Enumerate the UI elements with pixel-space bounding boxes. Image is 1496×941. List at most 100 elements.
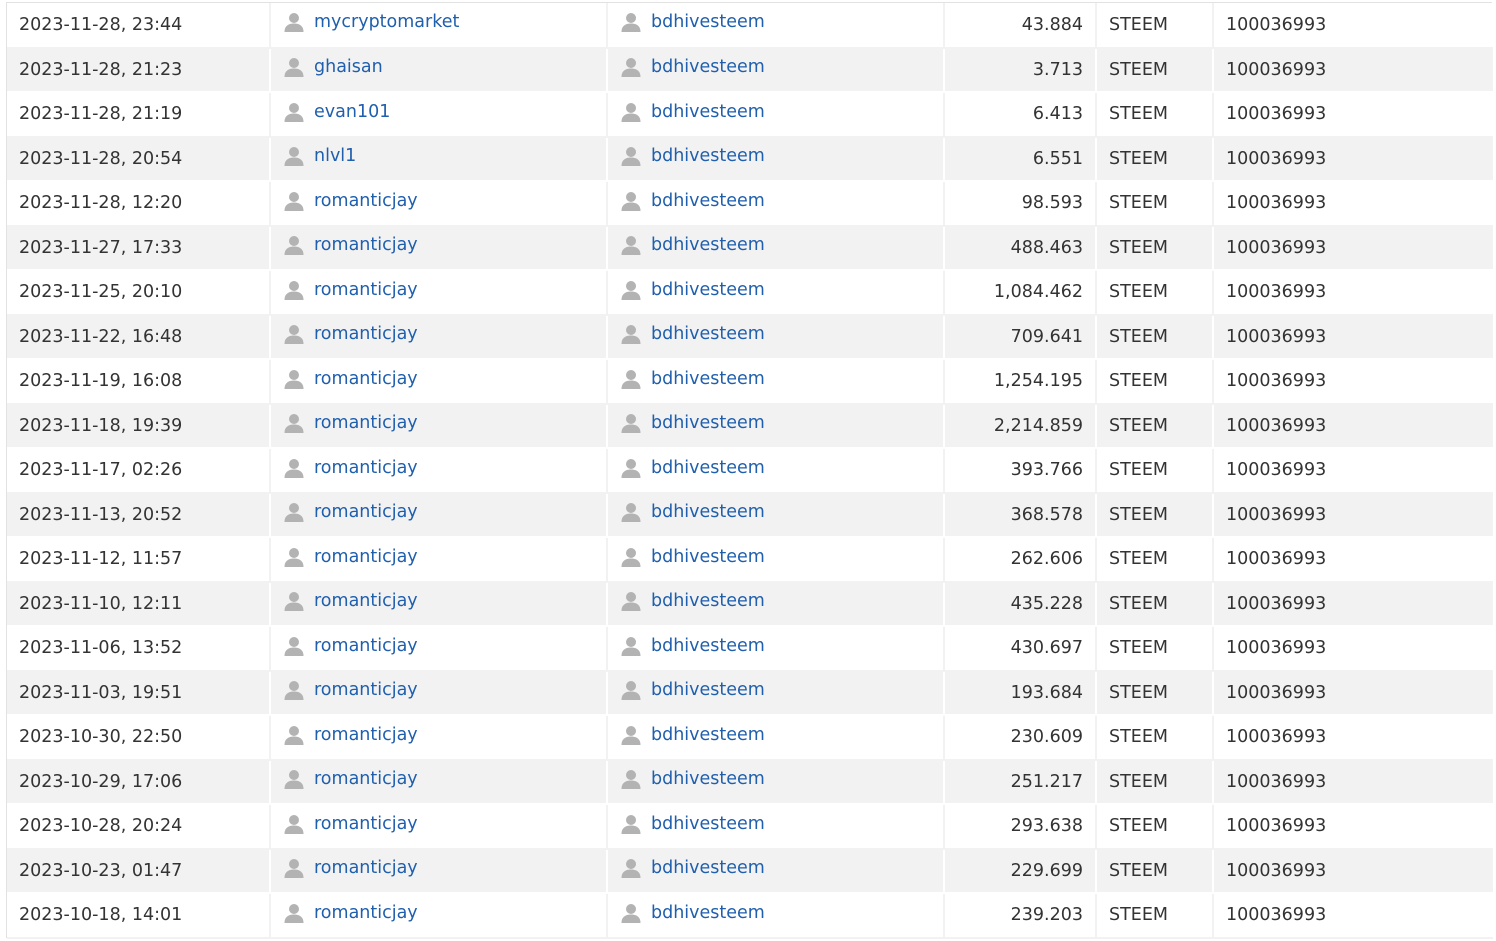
to-account-link[interactable]: bdhivesteem xyxy=(620,857,765,879)
to-account-link[interactable]: bdhivesteem xyxy=(620,368,765,390)
transfer-asset: STEEM xyxy=(1109,371,1169,392)
from-account-link[interactable]: mycryptomarket xyxy=(283,11,459,33)
to-account-name: bdhivesteem xyxy=(651,146,765,167)
to-account-link[interactable]: bdhivesteem xyxy=(620,546,765,568)
to-account-link[interactable]: bdhivesteem xyxy=(620,101,765,123)
to-account-link[interactable]: bdhivesteem xyxy=(620,11,765,33)
transfer-date: 2023-11-19, 16:08 xyxy=(19,371,183,392)
to-cell: bdhivesteem xyxy=(607,314,945,360)
from-cell: nlvl1 xyxy=(270,136,608,182)
memo-cell: 100036993 xyxy=(1213,359,1493,405)
transfer-date: 2023-11-18, 19:39 xyxy=(19,415,183,436)
from-account-link[interactable]: romanticjay xyxy=(283,724,418,746)
from-account-link[interactable]: romanticjay xyxy=(283,902,418,924)
to-account-link[interactable]: bdhivesteem xyxy=(620,679,765,701)
to-account-link[interactable]: bdhivesteem xyxy=(620,145,765,167)
to-account-link[interactable]: bdhivesteem xyxy=(620,724,765,746)
amount-cell: 430.697 xyxy=(944,626,1097,672)
transfer-date: 2023-10-23, 01:47 xyxy=(19,860,183,881)
from-account-link[interactable]: evan101 xyxy=(283,101,390,123)
to-cell: bdhivesteem xyxy=(607,848,945,894)
from-cell: romanticjay xyxy=(270,492,608,538)
from-account-link[interactable]: romanticjay xyxy=(283,546,418,568)
to-account-link[interactable]: bdhivesteem xyxy=(620,590,765,612)
from-account-link[interactable]: romanticjay xyxy=(283,368,418,390)
to-account-link[interactable]: bdhivesteem xyxy=(620,190,765,212)
to-account-name: bdhivesteem xyxy=(651,235,765,256)
to-account-link[interactable]: bdhivesteem xyxy=(620,412,765,434)
date-cell: 2023-11-19, 16:08 xyxy=(7,359,271,405)
from-account-link[interactable]: romanticjay xyxy=(283,412,418,434)
from-cell: romanticjay xyxy=(270,359,608,405)
transfer-asset: STEEM xyxy=(1109,549,1169,570)
from-account-name: ghaisan xyxy=(314,57,383,78)
to-account-link[interactable]: bdhivesteem xyxy=(620,768,765,790)
transfers-table: 2023-11-28, 23:44 mycryptomarket bdhives… xyxy=(7,3,1493,939)
transfer-date: 2023-11-03, 19:51 xyxy=(19,682,183,703)
from-cell: romanticjay xyxy=(270,759,608,805)
from-account-name: romanticjay xyxy=(314,279,418,300)
transfer-date: 2023-11-28, 20:54 xyxy=(19,148,183,169)
from-account-link[interactable]: ghaisan xyxy=(283,56,383,78)
from-account-link[interactable]: romanticjay xyxy=(283,679,418,701)
to-cell: bdhivesteem xyxy=(607,626,945,672)
from-account-link[interactable]: romanticjay xyxy=(283,501,418,523)
transfer-memo: 100036993 xyxy=(1226,727,1327,748)
memo-cell: 100036993 xyxy=(1213,893,1493,939)
from-account-link[interactable]: romanticjay xyxy=(283,234,418,256)
from-account-link[interactable]: nlvl1 xyxy=(283,145,356,167)
from-account-link[interactable]: romanticjay xyxy=(283,457,418,479)
from-account-name: mycryptomarket xyxy=(314,12,460,33)
to-account-link[interactable]: bdhivesteem xyxy=(620,635,765,657)
memo-cell: 100036993 xyxy=(1213,715,1493,761)
from-cell: romanticjay xyxy=(270,804,608,850)
from-account-link[interactable]: romanticjay xyxy=(283,590,418,612)
memo-cell: 100036993 xyxy=(1213,759,1493,805)
date-cell: 2023-11-12, 11:57 xyxy=(7,537,271,583)
from-account-link[interactable]: romanticjay xyxy=(283,323,418,345)
asset-cell: STEEM xyxy=(1096,225,1214,271)
from-cell: ghaisan xyxy=(270,47,608,93)
amount-cell: 293.638 xyxy=(944,804,1097,850)
from-account-link[interactable]: romanticjay xyxy=(283,635,418,657)
transfer-amount: 1,254.195 xyxy=(993,371,1083,392)
user-icon xyxy=(620,234,642,256)
asset-cell: STEEM xyxy=(1096,3,1214,49)
to-cell: bdhivesteem xyxy=(607,893,945,939)
to-account-link[interactable]: bdhivesteem xyxy=(620,457,765,479)
from-account-name: evan101 xyxy=(314,101,391,122)
to-account-link[interactable]: bdhivesteem xyxy=(620,813,765,835)
user-icon xyxy=(620,457,642,479)
asset-cell: STEEM xyxy=(1096,359,1214,405)
asset-cell: STEEM xyxy=(1096,181,1214,227)
to-account-link[interactable]: bdhivesteem xyxy=(620,234,765,256)
amount-cell: 393.766 xyxy=(944,448,1097,494)
user-icon xyxy=(283,724,305,746)
transfer-amount: 193.684 xyxy=(1010,682,1083,703)
from-account-link[interactable]: romanticjay xyxy=(283,813,418,835)
from-account-link[interactable]: romanticjay xyxy=(283,857,418,879)
user-icon xyxy=(620,679,642,701)
from-account-name: romanticjay xyxy=(314,858,418,879)
from-account-link[interactable]: romanticjay xyxy=(283,768,418,790)
amount-cell: 709.641 xyxy=(944,314,1097,360)
amount-cell: 193.684 xyxy=(944,670,1097,716)
amount-cell: 239.203 xyxy=(944,893,1097,939)
from-account-link[interactable]: romanticjay xyxy=(283,279,418,301)
to-account-name: bdhivesteem xyxy=(651,591,765,612)
to-account-link[interactable]: bdhivesteem xyxy=(620,56,765,78)
transfer-memo: 100036993 xyxy=(1226,326,1327,347)
to-cell: bdhivesteem xyxy=(607,403,945,449)
date-cell: 2023-11-27, 17:33 xyxy=(7,225,271,271)
amount-cell: 251.217 xyxy=(944,759,1097,805)
to-account-link[interactable]: bdhivesteem xyxy=(620,323,765,345)
from-cell: romanticjay xyxy=(270,670,608,716)
to-account-link[interactable]: bdhivesteem xyxy=(620,279,765,301)
to-cell: bdhivesteem xyxy=(607,715,945,761)
table-row: 2023-10-23, 01:47 romanticjay bdhivestee… xyxy=(7,848,1493,894)
table-row: 2023-11-06, 13:52 romanticjay bdhivestee… xyxy=(7,626,1493,672)
from-account-link[interactable]: romanticjay xyxy=(283,190,418,212)
from-cell: romanticjay xyxy=(270,314,608,360)
to-account-link[interactable]: bdhivesteem xyxy=(620,501,765,523)
to-account-link[interactable]: bdhivesteem xyxy=(620,902,765,924)
